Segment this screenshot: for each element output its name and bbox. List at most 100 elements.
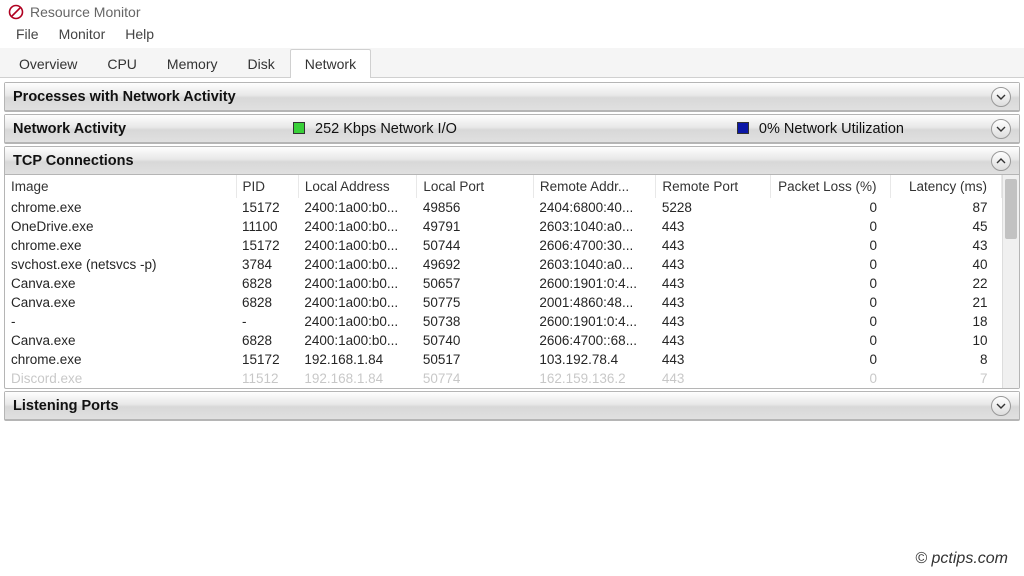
table-row[interactable]: OneDrive.exe111002400:1a00:b0...49791260… xyxy=(5,217,1002,236)
cell-loss: 0 xyxy=(770,350,891,369)
table-row[interactable]: Canva.exe68282400:1a00:b0...506572600:19… xyxy=(5,274,1002,293)
table-row[interactable]: svchost.exe (netsvcs -p)37842400:1a00:b0… xyxy=(5,255,1002,274)
cell-pid: 6828 xyxy=(236,293,298,312)
network-util-indicator: 0% Network Utilization xyxy=(737,121,904,137)
col-pid[interactable]: PID xyxy=(236,175,298,198)
col-remote-address[interactable]: Remote Addr... xyxy=(533,175,656,198)
cell-lport: 50517 xyxy=(417,350,534,369)
menu-help[interactable]: Help xyxy=(115,24,164,44)
chevron-down-icon[interactable] xyxy=(991,396,1011,416)
cell-laddr: 2400:1a00:b0... xyxy=(298,331,417,350)
chevron-up-icon[interactable] xyxy=(991,151,1011,171)
table-body: chrome.exe151722400:1a00:b0...498562404:… xyxy=(5,198,1002,388)
cell-lport: 49856 xyxy=(417,198,534,217)
cell-rport: 443 xyxy=(656,255,771,274)
app-icon xyxy=(8,4,24,20)
cell-raddr: 2606:4700::68... xyxy=(533,331,656,350)
network-io-label: 252 Kbps Network I/O xyxy=(315,121,457,137)
table-header: Image PID Local Address Local Port Remot… xyxy=(5,175,1002,198)
cell-image: Canva.exe xyxy=(5,331,236,350)
table-row[interactable]: --2400:1a00:b0...507382600:1901:0:4...44… xyxy=(5,312,1002,331)
cell-rport: 443 xyxy=(656,350,771,369)
tab-disk[interactable]: Disk xyxy=(232,49,289,78)
cell-laddr: 192.168.1.84 xyxy=(298,350,417,369)
cell-lat: 21 xyxy=(891,293,1002,312)
col-packet-loss[interactable]: Packet Loss (%) xyxy=(770,175,891,198)
util-color-swatch xyxy=(737,122,749,134)
tab-overview[interactable]: Overview xyxy=(4,49,92,78)
table-row[interactable]: chrome.exe151722400:1a00:b0...498562404:… xyxy=(5,198,1002,217)
cell-loss: 0 xyxy=(770,236,891,255)
col-image[interactable]: Image xyxy=(5,175,236,198)
tab-bar: Overview CPU Memory Disk Network xyxy=(0,48,1024,78)
table-row[interactable]: chrome.exe15172192.168.1.8450517103.192.… xyxy=(5,350,1002,369)
cell-rport: 443 xyxy=(656,217,771,236)
section-title: Listening Ports xyxy=(13,398,293,414)
cell-raddr: 2001:4860:48... xyxy=(533,293,656,312)
cell-lport: 50740 xyxy=(417,331,534,350)
table-row[interactable]: chrome.exe151722400:1a00:b0...507442606:… xyxy=(5,236,1002,255)
panel-header-listening[interactable]: Listening Ports xyxy=(5,392,1019,420)
cell-raddr: 2404:6800:40... xyxy=(533,198,656,217)
menu-file[interactable]: File xyxy=(6,24,49,44)
cell-raddr: 2603:1040:a0... xyxy=(533,217,656,236)
tab-network[interactable]: Network xyxy=(290,49,371,78)
window-title: Resource Monitor xyxy=(30,4,141,20)
cell-rport: 5228 xyxy=(656,198,771,217)
cell-raddr: 2600:1901:0:4... xyxy=(533,312,656,331)
col-local-address[interactable]: Local Address xyxy=(298,175,417,198)
cell-laddr: 2400:1a00:b0... xyxy=(298,198,417,217)
chevron-down-icon[interactable] xyxy=(991,119,1011,139)
panel-network-activity: Network Activity 252 Kbps Network I/O 0%… xyxy=(4,114,1020,144)
cell-loss: 0 xyxy=(770,312,891,331)
cell-pid: 3784 xyxy=(236,255,298,274)
cell-lat: 22 xyxy=(891,274,1002,293)
cell-loss: 0 xyxy=(770,369,891,388)
cell-image: svchost.exe (netsvcs -p) xyxy=(5,255,236,274)
section-title: TCP Connections xyxy=(13,153,293,169)
panel-header-activity[interactable]: Network Activity 252 Kbps Network I/O 0%… xyxy=(5,115,1019,143)
cell-image: Discord.exe xyxy=(5,369,236,388)
cell-raddr: 2603:1040:a0... xyxy=(533,255,656,274)
cell-pid: 15172 xyxy=(236,198,298,217)
cell-rport: 443 xyxy=(656,331,771,350)
panel-header-processes[interactable]: Processes with Network Activity xyxy=(5,83,1019,111)
cell-loss: 0 xyxy=(770,331,891,350)
cell-raddr: 103.192.78.4 xyxy=(533,350,656,369)
panel-header-tcp[interactable]: TCP Connections xyxy=(5,147,1019,175)
cell-image: - xyxy=(5,312,236,331)
menu-monitor[interactable]: Monitor xyxy=(49,24,116,44)
tab-memory[interactable]: Memory xyxy=(152,49,233,78)
cell-image: chrome.exe xyxy=(5,236,236,255)
cell-pid: 15172 xyxy=(236,236,298,255)
table-row[interactable]: Discord.exe11512192.168.1.8450774162.159… xyxy=(5,369,1002,388)
panel-tcp-connections: TCP Connections Image PID Local Address … xyxy=(4,146,1020,389)
cell-laddr: 2400:1a00:b0... xyxy=(298,274,417,293)
col-local-port[interactable]: Local Port xyxy=(417,175,534,198)
cell-lat: 10 xyxy=(891,331,1002,350)
tcp-connections-table: Image PID Local Address Local Port Remot… xyxy=(5,175,1002,388)
cell-loss: 0 xyxy=(770,293,891,312)
col-remote-port[interactable]: Remote Port xyxy=(656,175,771,198)
scrollbar-thumb[interactable] xyxy=(1005,179,1017,239)
cell-lat: 40 xyxy=(891,255,1002,274)
chevron-down-icon[interactable] xyxy=(991,87,1011,107)
cell-lport: 50738 xyxy=(417,312,534,331)
cell-raddr: 162.159.136.2 xyxy=(533,369,656,388)
cell-loss: 0 xyxy=(770,274,891,293)
watermark: © pctips.com xyxy=(915,550,1008,568)
cell-rport: 443 xyxy=(656,369,771,388)
cell-lport: 49692 xyxy=(417,255,534,274)
section-title: Processes with Network Activity xyxy=(13,89,293,105)
table-row[interactable]: Canva.exe68282400:1a00:b0...507402606:47… xyxy=(5,331,1002,350)
cell-loss: 0 xyxy=(770,217,891,236)
vertical-scrollbar[interactable] xyxy=(1002,175,1019,388)
cell-laddr: 2400:1a00:b0... xyxy=(298,217,417,236)
tab-cpu[interactable]: CPU xyxy=(92,49,152,78)
cell-rport: 443 xyxy=(656,274,771,293)
table-row[interactable]: Canva.exe68282400:1a00:b0...507752001:48… xyxy=(5,293,1002,312)
cell-lport: 49791 xyxy=(417,217,534,236)
cell-pid: 11512 xyxy=(236,369,298,388)
col-latency[interactable]: Latency (ms) xyxy=(891,175,1002,198)
cell-lat: 45 xyxy=(891,217,1002,236)
